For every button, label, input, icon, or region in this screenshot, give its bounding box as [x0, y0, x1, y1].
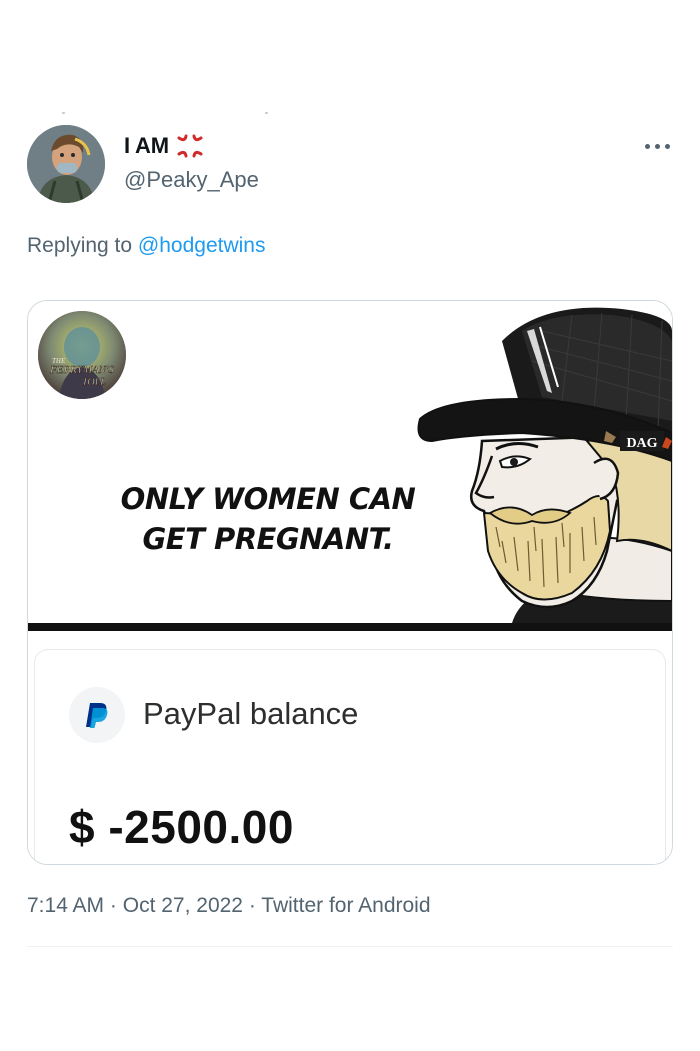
- anger-symbol-icon: [175, 133, 205, 159]
- replying-to: Replying to @hodgetwins: [27, 234, 265, 258]
- display-name[interactable]: I AM: [124, 133, 169, 159]
- meme-divider: [28, 623, 672, 631]
- paypal-balance-amount: $ -2500.00: [69, 801, 294, 853]
- svg-text:TOLL: TOLL: [82, 377, 106, 388]
- tweet-time[interactable]: 7:14 AM: [27, 894, 104, 917]
- replying-prefix: Replying to: [27, 234, 133, 257]
- more-options-button[interactable]: [645, 141, 673, 151]
- separator-dot: ·: [109, 894, 123, 917]
- separator-dot: ·: [248, 894, 262, 917]
- bearded-wojak-illustration: DAG: [417, 307, 672, 623]
- replying-handle-link[interactable]: @hodgetwins: [138, 234, 266, 257]
- tweet-source: Twitter for Android: [261, 894, 431, 917]
- tweet-metadata: 7:14 AM · Oct 27, 2022 · Twitter for And…: [27, 894, 431, 918]
- avatar[interactable]: [27, 125, 105, 203]
- tweet-media[interactable]: FERRYMAN'S TOLL THE ONLY WOMEN CAN GET P…: [27, 300, 673, 865]
- svg-text:FERRYMAN'S: FERRYMAN'S: [49, 364, 114, 376]
- paypal-logo-icon: [69, 687, 125, 743]
- paypal-card: PayPal balance $ -2500.00: [34, 649, 666, 864]
- divider: [27, 946, 673, 947]
- tweet-header: I AM @Peaky_Ape: [27, 125, 673, 207]
- svg-text:THE: THE: [52, 357, 66, 365]
- paypal-screenshot: PayPal balance $ -2500.00: [28, 641, 672, 864]
- author-handle[interactable]: @Peaky_Ape: [124, 167, 259, 193]
- ferrymans-toll-badge: FERRYMAN'S TOLL THE: [38, 311, 126, 399]
- hat-tag-text: DAG: [626, 436, 657, 451]
- tweet-date[interactable]: Oct 27, 2022: [123, 894, 243, 917]
- paypal-balance-label: PayPal balance: [143, 696, 359, 731]
- meme-image: FERRYMAN'S TOLL THE ONLY WOMEN CAN GET P…: [28, 301, 672, 641]
- cropped-connector-dots: [60, 108, 300, 118]
